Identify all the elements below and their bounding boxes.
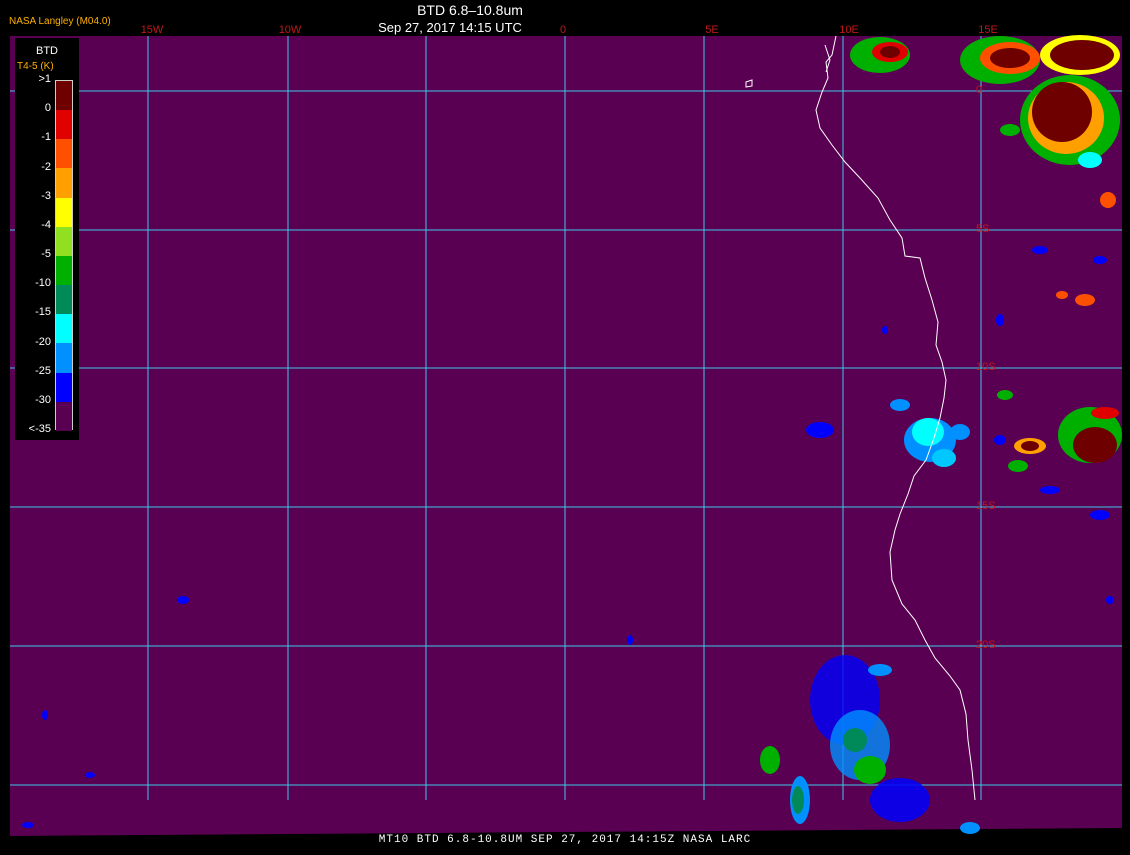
map-timestamp: Sep 27, 2017 14:15 UTC	[378, 20, 522, 35]
legend-swatch	[56, 401, 72, 431]
footer-caption: MT10 BTD 6.8-10.8UM SEP 27, 2017 14:15Z …	[378, 834, 752, 846]
legend-swatch	[56, 197, 72, 227]
legend-swatch	[56, 168, 72, 198]
legend-swatch	[56, 314, 72, 344]
legend-tick-label: -5	[41, 248, 51, 260]
longitude-label-15w: 15W	[140, 24, 164, 36]
legend-tick-label: -30	[35, 393, 51, 406]
latitude-label-10s: 10S	[976, 361, 996, 373]
legend-tick-label: >1	[38, 73, 51, 85]
legend-tick-label: -1	[41, 131, 51, 144]
legend-swatch	[56, 372, 72, 402]
legend-swatch	[56, 255, 72, 286]
legend-swatch	[56, 226, 72, 256]
legend-swatch	[56, 285, 72, 315]
longitude-label-5e: 5E	[705, 24, 719, 36]
legend-tick-label: -2	[41, 160, 51, 173]
legend-tick-label: 0	[44, 102, 51, 115]
legend-tick-label: -4	[41, 218, 51, 231]
legend-swatch	[56, 139, 72, 169]
legend-swatch	[56, 81, 72, 111]
legend-tick-label: -3	[41, 189, 51, 202]
color-legend: BTD T4-5 (K) >1 0 -1 -2 -3 -4 -5 -10 -15 -20 -25 -3…	[15, 38, 79, 440]
latitude-label-0: 0	[976, 84, 983, 96]
provider-label: NASA Langley (M04.0)	[9, 16, 111, 27]
legend-tick-label: <-35	[28, 423, 51, 435]
latitude-label-15s: 15S	[976, 500, 996, 512]
legend-tick-label: -15	[35, 306, 51, 319]
map-panel: BTD 6.8–10.8um Sep 27, 2017 14:15 UTC NA…	[0, 0, 1130, 850]
latitude-label-5s: 5S	[976, 223, 990, 235]
longitude-label-15e: 15E	[978, 24, 998, 36]
latitude-label-20s: 20S	[976, 639, 996, 651]
legend-tick-label: -25	[35, 364, 51, 377]
legend-tick-label: -10	[35, 277, 51, 290]
legend-units: T4-5 (K)	[17, 61, 54, 72]
legend-title: BTD	[36, 45, 58, 57]
legend-color-bar	[55, 80, 73, 431]
legend-swatch	[56, 110, 72, 140]
legend-tick-label: -20	[35, 335, 51, 348]
map-title: BTD 6.8–10.8um	[417, 2, 523, 18]
longitude-label-10w: 10W	[278, 24, 302, 36]
legend-swatch	[56, 343, 72, 373]
satellite-image	[0, 0, 1130, 850]
longitude-label-0: 0	[559, 24, 567, 36]
longitude-label-10e: 10E	[839, 24, 859, 36]
